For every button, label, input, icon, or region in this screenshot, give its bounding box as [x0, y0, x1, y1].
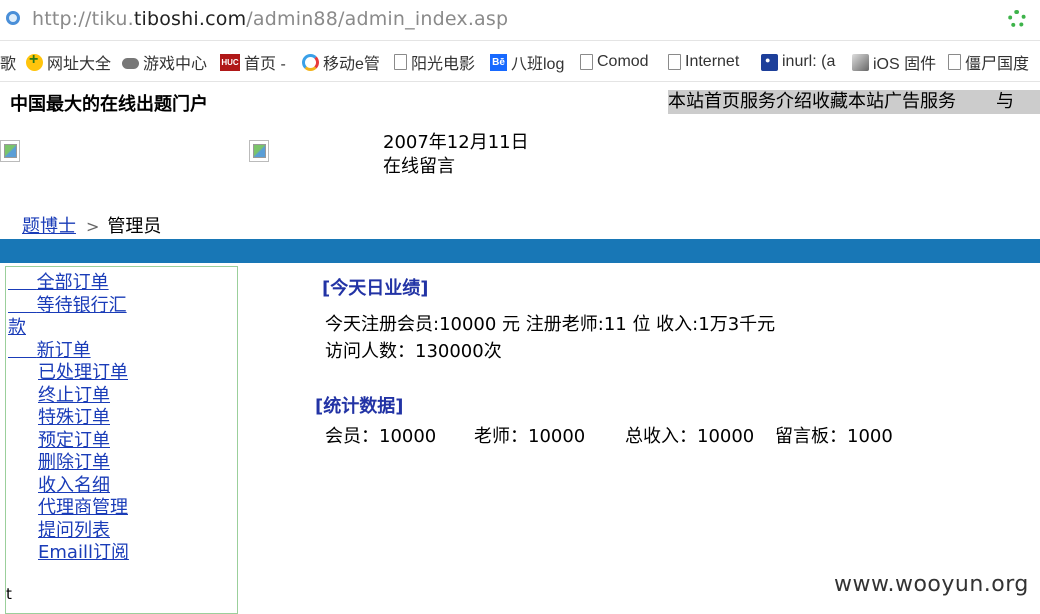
watermark: www.wooyun.org — [834, 572, 1029, 597]
nav-services[interactable]: 服务介绍 — [740, 91, 812, 112]
stats-members: 会员：10000 — [325, 426, 437, 447]
url-text[interactable]: http://tiku.tiboshi.com/admin88/admin_in… — [32, 8, 508, 30]
bookmark-0[interactable]: 歌 — [0, 51, 16, 73]
page-icon — [394, 54, 407, 70]
date-text: 2007年12月11日 — [383, 132, 529, 153]
bookmark-10[interactable]: iOS 固件 — [852, 51, 936, 73]
reload-icon[interactable] — [1008, 10, 1026, 28]
today-line-1: 今天注册会员:10000 元 注册老师:11 位 收入:1万3千元 — [325, 314, 776, 335]
nav-more[interactable]: 与 — [996, 91, 1014, 112]
bookmark-7[interactable]: Comod — [580, 51, 649, 73]
breadcrumb-home[interactable]: 题博士 — [22, 216, 76, 237]
sidebar-item-email[interactable]: Emaill订阅 — [38, 538, 129, 564]
bookmark-9[interactable]: inurl: (a — [761, 51, 835, 73]
breadcrumb: 题博士 > 管理员 — [22, 212, 161, 238]
today-title: [今天日业绩] — [322, 278, 429, 299]
admin-sidebar: 全部订单 等待银行汇 款 新订单 已处理订单 终止订单 特殊订单 预定订单 删除… — [5, 266, 238, 614]
nav-bookmark[interactable]: 收藏本站 — [812, 91, 884, 112]
site-title: 中国最大的在线出题门户 — [10, 94, 208, 115]
bookmark-5[interactable]: 阳光电影 — [394, 51, 475, 73]
page-icon — [668, 54, 681, 70]
page-icon — [580, 54, 593, 70]
yellow-plus-icon — [26, 51, 43, 71]
stats-teachers: 老师：10000 — [474, 426, 586, 447]
gamepad-icon — [122, 58, 139, 69]
address-bar[interactable]: http://tiku.tiboshi.com/admin88/admin_in… — [0, 0, 1040, 41]
cube-icon — [852, 53, 869, 71]
behance-icon: Bē — [490, 53, 507, 71]
bookmark-1[interactable]: 网址大全 — [26, 51, 111, 73]
top-nav: 本站首页服务介绍收藏本站广告服务 与 — [668, 90, 1040, 114]
bookmark-11[interactable]: 僵尸国度 — [948, 51, 1029, 73]
breadcrumb-current: 管理员 — [107, 216, 162, 237]
sidebar-footer-text: t — [6, 585, 12, 603]
huc-icon: HUC — [220, 53, 240, 71]
nav-home[interactable]: 本站首页 — [668, 91, 740, 112]
bookmark-8[interactable]: Internet — [668, 51, 739, 73]
stats-board: 留言板：1000 — [775, 426, 893, 447]
nav-ads[interactable]: 广告服务 — [884, 91, 956, 112]
blue-divider-bar — [0, 239, 1040, 263]
chevron-right-icon: > — [86, 217, 100, 236]
broken-image-icon — [0, 140, 20, 162]
stats-title: [统计数据] — [315, 396, 404, 417]
bookmark-6[interactable]: Bē 八班log — [490, 51, 564, 73]
broken-image-icon — [249, 140, 269, 162]
bookmark-2[interactable]: 游戏中心 — [122, 51, 207, 73]
page-icon — [948, 54, 961, 70]
bookmark-3[interactable]: HUC 首页 - — [220, 51, 286, 73]
globe-icon — [6, 11, 20, 25]
today-line-2: 访问人数：130000次 — [325, 341, 502, 362]
stats-income: 总收入：10000 — [625, 426, 755, 447]
paw-icon — [761, 53, 778, 71]
bookmark-4[interactable]: 移动e管 — [302, 51, 380, 73]
q-circle-icon — [302, 53, 319, 71]
bookmarks-bar: 歌 网址大全 游戏中心 HUC首页 - 移动e管 阳光电影 Bē八班log Co… — [0, 41, 1040, 82]
guestbook-link[interactable]: 在线留言 — [383, 152, 455, 178]
